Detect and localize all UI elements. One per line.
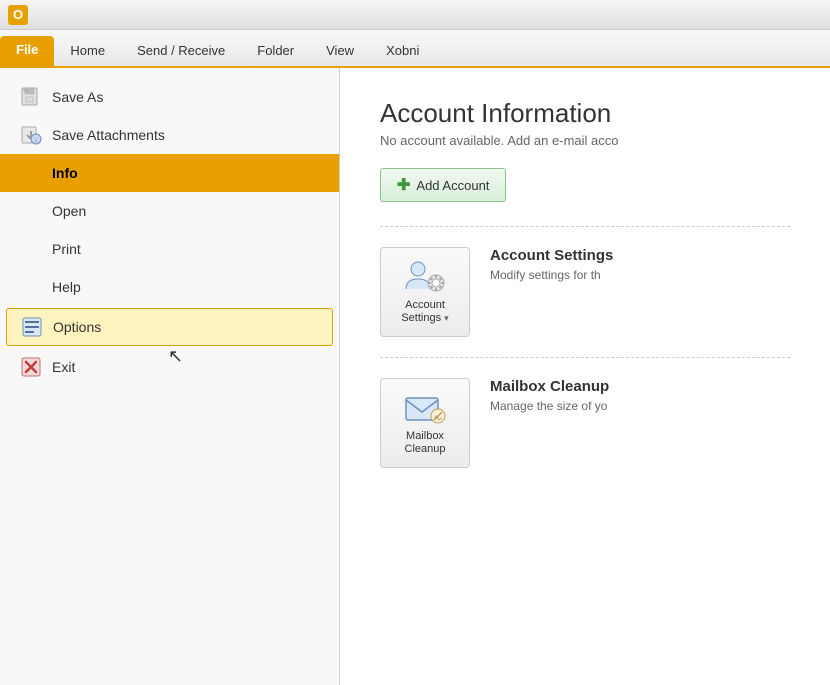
tab-home[interactable]: Home — [54, 37, 121, 66]
sidebar-item-info[interactable]: Info — [0, 154, 339, 192]
save-attachments-icon: ↓ — [20, 124, 42, 146]
account-settings-heading: Account Settings — [490, 247, 613, 264]
main-container: Save As ↓ Save Attachments Info Op — [0, 68, 830, 685]
account-settings-button-label: AccountSettings ▾ — [401, 299, 448, 325]
plus-icon: ✚ — [397, 175, 410, 195]
outlook-icon: O — [8, 5, 28, 25]
sidebar-item-print[interactable]: Print — [0, 230, 339, 268]
options-icon — [21, 316, 43, 338]
print-icon — [20, 238, 42, 260]
save-attachments-label: Save Attachments — [52, 127, 165, 143]
account-settings-section: AccountSettings ▾ Account Settings Modif… — [380, 247, 790, 337]
mailbox-cleanup-button[interactable]: MailboxCleanup — [380, 378, 470, 468]
mailbox-cleanup-button-label: MailboxCleanup — [405, 430, 446, 456]
section-divider-2 — [380, 357, 790, 358]
save-as-icon — [20, 86, 42, 108]
exit-label: Exit — [52, 359, 75, 375]
mailbox-cleanup-description: Manage the size of yo — [490, 399, 609, 413]
mailbox-cleanup-button-icon — [404, 390, 446, 426]
tab-file[interactable]: File — [0, 36, 54, 66]
content-subtitle: No account available. Add an e-mail acco — [380, 133, 790, 148]
tab-folder[interactable]: Folder — [241, 37, 310, 66]
sidebar-item-save-as[interactable]: Save As — [0, 78, 339, 116]
tab-send-receive[interactable]: Send / Receive — [121, 37, 241, 66]
title-bar: O — [0, 0, 830, 30]
content-area: Account Information No account available… — [340, 68, 830, 685]
mailbox-cleanup-heading: Mailbox Cleanup — [490, 378, 609, 395]
info-icon — [20, 162, 42, 184]
content-title: Account Information — [380, 98, 790, 129]
account-settings-description: Modify settings for th — [490, 268, 613, 282]
account-settings-button-icon — [404, 259, 446, 295]
tab-view[interactable]: View — [310, 37, 370, 66]
mailbox-cleanup-text: Mailbox Cleanup Manage the size of yo — [490, 378, 609, 413]
sidebar-item-open[interactable]: Open — [0, 192, 339, 230]
add-account-label: Add Account — [416, 178, 489, 193]
add-account-button[interactable]: ✚ Add Account — [380, 168, 506, 202]
sidebar: Save As ↓ Save Attachments Info Op — [0, 68, 340, 685]
sidebar-item-options[interactable]: Options — [6, 308, 333, 346]
help-icon — [20, 276, 42, 298]
ribbon-tabs: File Home Send / Receive Folder View Xob… — [0, 30, 830, 68]
open-icon — [20, 200, 42, 222]
sidebar-item-exit[interactable]: Exit — [0, 348, 339, 386]
account-settings-button[interactable]: AccountSettings ▾ — [380, 247, 470, 337]
print-label: Print — [52, 241, 81, 257]
tab-xobni[interactable]: Xobni — [370, 37, 435, 66]
help-label: Help — [52, 279, 81, 295]
section-divider-1 — [380, 226, 790, 227]
exit-icon — [20, 356, 42, 378]
sidebar-item-help[interactable]: Help — [0, 268, 339, 306]
save-as-label: Save As — [52, 89, 103, 105]
info-label: Info — [52, 165, 78, 181]
options-label: Options — [53, 319, 101, 335]
svg-text:↓: ↓ — [34, 137, 38, 144]
account-settings-text: Account Settings Modify settings for th — [490, 247, 613, 282]
account-settings-dropdown-arrow: ▾ — [444, 313, 449, 323]
mailbox-cleanup-section: MailboxCleanup Mailbox Cleanup Manage th… — [380, 378, 790, 468]
sidebar-item-save-attachments[interactable]: ↓ Save Attachments — [0, 116, 339, 154]
open-label: Open — [52, 203, 86, 219]
